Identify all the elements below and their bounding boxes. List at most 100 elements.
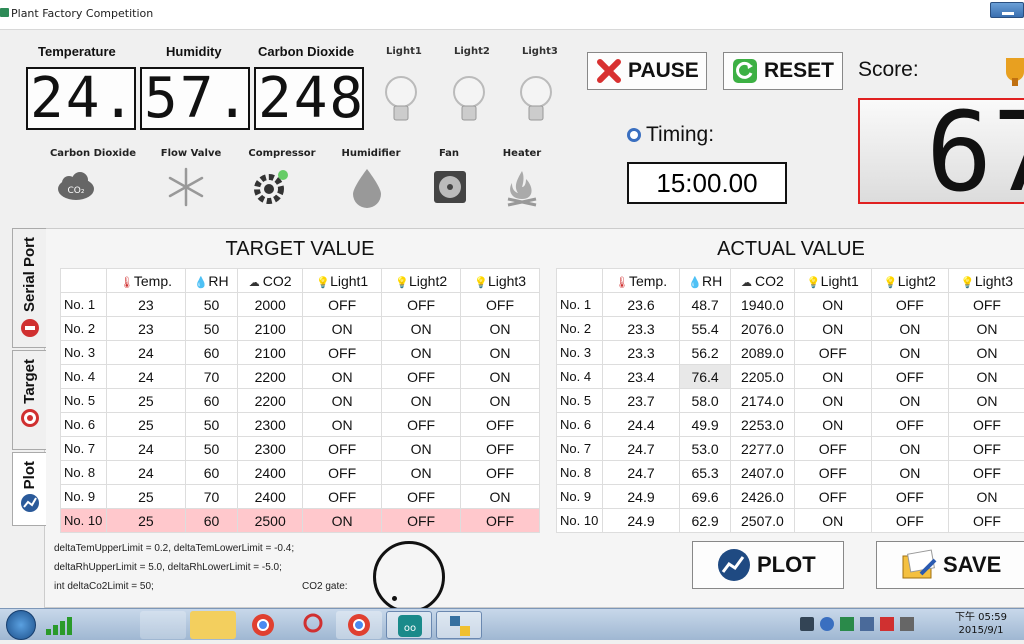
table-cell[interactable]: 53.0 (680, 437, 731, 461)
taskbar-chrome-icon[interactable] (240, 611, 286, 639)
table-cell[interactable]: 50 (185, 413, 237, 437)
table-cell[interactable]: OFF (303, 293, 382, 317)
table-cell[interactable]: 23.3 (603, 341, 680, 365)
table-row[interactable]: No. 924.969.62426.0OFFOFFON (557, 485, 1024, 509)
table-cell[interactable]: OFF (871, 293, 948, 317)
table-cell[interactable]: 23 (107, 317, 186, 341)
table-cell[interactable]: ON (948, 485, 1024, 509)
table-cell[interactable]: ON (794, 413, 871, 437)
table-cell[interactable]: 25 (107, 413, 186, 437)
table-cell[interactable]: OFF (303, 437, 382, 461)
row-header[interactable]: No. 4 (61, 365, 107, 389)
table-cell[interactable]: OFF (303, 341, 382, 365)
table-cell[interactable]: 2300 (238, 437, 303, 461)
column-header[interactable]: 💡Light3 (948, 269, 1024, 293)
table-cell[interactable]: 60 (185, 461, 237, 485)
table-cell[interactable]: 2507.0 (731, 509, 795, 533)
table-cell[interactable]: 2400 (238, 485, 303, 509)
table-cell[interactable]: 25 (107, 509, 186, 533)
table-cell[interactable]: 76.4 (680, 365, 731, 389)
pause-button[interactable]: PAUSE (587, 52, 707, 90)
taskbar-python-icon[interactable] (436, 611, 482, 639)
table-cell[interactable]: ON (382, 341, 461, 365)
table-cell[interactable]: 23.3 (603, 317, 680, 341)
table-row[interactable]: No. 824602400OFFONOFF (61, 461, 540, 485)
table-cell[interactable]: OFF (461, 509, 540, 533)
row-header[interactable]: No. 2 (61, 317, 107, 341)
table-row[interactable]: No. 724502300OFFONOFF (61, 437, 540, 461)
table-cell[interactable]: OFF (794, 437, 871, 461)
table-row[interactable]: No. 525602200ONONON (61, 389, 540, 413)
table-cell[interactable]: 69.6 (680, 485, 731, 509)
table-row[interactable]: No. 123502000OFFOFFOFF (61, 293, 540, 317)
table-cell[interactable]: 23.4 (603, 365, 680, 389)
taskbar-folder-icon[interactable] (190, 611, 236, 639)
table-cell[interactable]: OFF (794, 461, 871, 485)
table-cell[interactable]: 2426.0 (731, 485, 795, 509)
table-cell[interactable]: 49.9 (680, 413, 731, 437)
table-cell[interactable]: OFF (948, 509, 1024, 533)
row-header[interactable]: No. 10 (61, 509, 107, 533)
table-cell[interactable]: OFF (303, 461, 382, 485)
row-header[interactable]: No. 3 (557, 341, 603, 365)
tray-icon[interactable] (840, 617, 854, 631)
signal-icon[interactable] (42, 611, 82, 639)
table-cell[interactable]: 60 (185, 389, 237, 413)
row-header[interactable]: No. 4 (557, 365, 603, 389)
table-cell[interactable]: ON (871, 317, 948, 341)
tab-plot[interactable]: Plot (12, 452, 46, 526)
table-cell[interactable]: 2100 (238, 317, 303, 341)
table-cell[interactable]: OFF (382, 509, 461, 533)
taskbar-chrome-icon[interactable] (336, 611, 382, 639)
tab-target[interactable]: Target (12, 350, 46, 450)
table-cell[interactable]: OFF (382, 413, 461, 437)
table-cell[interactable]: 24.9 (603, 509, 680, 533)
table-cell[interactable]: 50 (185, 293, 237, 317)
table-cell[interactable]: 2205.0 (731, 365, 795, 389)
table-cell[interactable]: 24.7 (603, 461, 680, 485)
row-header[interactable]: No. 7 (61, 437, 107, 461)
row-header[interactable]: No. 5 (557, 389, 603, 413)
table-cell[interactable]: ON (461, 485, 540, 509)
table-row[interactable]: No. 223.355.42076.0ONONON (557, 317, 1024, 341)
table-cell[interactable]: 2089.0 (731, 341, 795, 365)
table-cell[interactable]: OFF (461, 293, 540, 317)
table-cell[interactable]: 2277.0 (731, 437, 795, 461)
table-row[interactable]: No. 624.449.92253.0ONOFFOFF (557, 413, 1024, 437)
table-cell[interactable]: 70 (185, 365, 237, 389)
table-cell[interactable]: 2400 (238, 461, 303, 485)
column-header[interactable]: 🌡Temp. (603, 269, 680, 293)
table-cell[interactable]: ON (871, 341, 948, 365)
table-cell[interactable]: 56.2 (680, 341, 731, 365)
table-cell[interactable]: OFF (382, 485, 461, 509)
table-cell[interactable]: ON (303, 413, 382, 437)
column-header[interactable]: 💡Light3 (461, 269, 540, 293)
table-cell[interactable]: ON (948, 365, 1024, 389)
row-header[interactable]: No. 3 (61, 341, 107, 365)
column-header[interactable]: 💡Light2 (871, 269, 948, 293)
table-row[interactable]: No. 424702200ONOFFON (61, 365, 540, 389)
table-cell[interactable]: ON (382, 437, 461, 461)
table-cell[interactable]: ON (948, 341, 1024, 365)
table-cell[interactable]: 24.4 (603, 413, 680, 437)
column-header[interactable]: 💡Light1 (303, 269, 382, 293)
table-cell[interactable]: 24 (107, 461, 186, 485)
table-cell[interactable]: ON (303, 317, 382, 341)
taskbar-arduino-icon[interactable]: oo (386, 611, 432, 639)
table-row[interactable]: No. 724.753.02277.0OFFONOFF (557, 437, 1024, 461)
table-cell[interactable]: 50 (185, 437, 237, 461)
table-cell[interactable]: 2200 (238, 389, 303, 413)
table-cell[interactable]: ON (794, 317, 871, 341)
table-cell[interactable]: OFF (948, 461, 1024, 485)
table-row[interactable]: No. 323.356.22089.0OFFONON (557, 341, 1024, 365)
tab-serial-port[interactable]: Serial Port (12, 228, 46, 348)
table-cell[interactable]: 1940.0 (731, 293, 795, 317)
table-cell[interactable]: ON (382, 461, 461, 485)
tray-icon[interactable] (800, 617, 814, 631)
save-button[interactable]: SAVE (876, 541, 1024, 589)
table-row[interactable]: No. 123.648.71940.0ONOFFOFF (557, 293, 1024, 317)
table-cell[interactable]: ON (461, 341, 540, 365)
reset-button[interactable]: RESET (723, 52, 843, 90)
table-cell[interactable]: 23.7 (603, 389, 680, 413)
row-header[interactable]: No. 1 (557, 293, 603, 317)
